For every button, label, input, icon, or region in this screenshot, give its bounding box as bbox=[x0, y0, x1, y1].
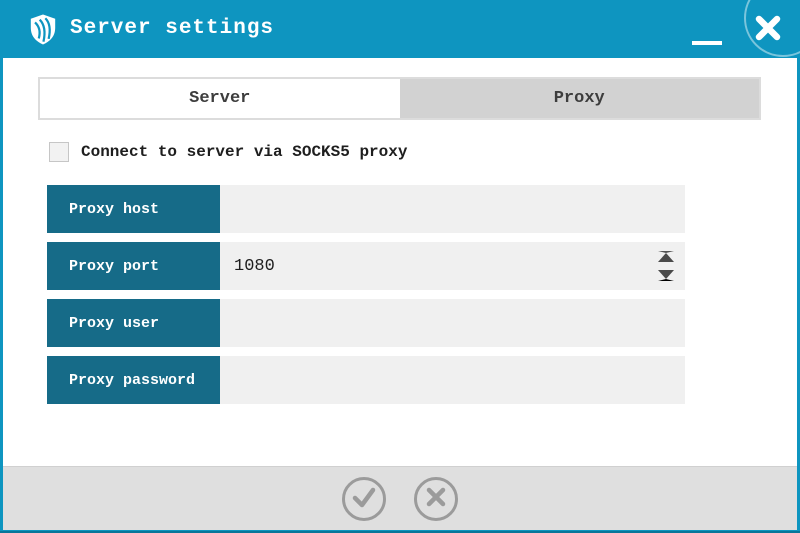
proxy-password-input[interactable] bbox=[220, 356, 685, 404]
cross-icon bbox=[417, 478, 455, 519]
spinner-down-icon[interactable] bbox=[658, 270, 674, 281]
minimize-icon bbox=[692, 41, 722, 45]
socks5-checkbox-row: Connect to server via SOCKS5 proxy bbox=[49, 142, 407, 162]
proxy-user-row: Proxy user bbox=[47, 299, 685, 347]
proxy-port-row: Proxy port bbox=[47, 242, 685, 290]
proxy-user-label: Proxy user bbox=[47, 299, 220, 347]
proxy-host-label: Proxy host bbox=[47, 185, 220, 233]
ok-button[interactable] bbox=[342, 477, 386, 521]
server-settings-window: Server settings Server Proxy Connect to … bbox=[0, 0, 800, 533]
proxy-password-field-box bbox=[220, 356, 685, 404]
footer-bar bbox=[3, 466, 797, 530]
proxy-password-label: Proxy password bbox=[47, 356, 220, 404]
tab-proxy[interactable]: Proxy bbox=[400, 79, 760, 118]
proxy-host-field-box bbox=[220, 185, 685, 233]
shield-logo-icon bbox=[28, 13, 58, 51]
proxy-port-input[interactable] bbox=[220, 242, 685, 290]
dialog-content: Server Proxy Connect to server via SOCKS… bbox=[3, 58, 797, 530]
window-title: Server settings bbox=[70, 0, 274, 58]
minimize-button[interactable] bbox=[686, 14, 728, 50]
proxy-user-field-box bbox=[220, 299, 685, 347]
tab-bar: Server Proxy bbox=[38, 77, 761, 120]
proxy-port-field-box bbox=[220, 242, 685, 290]
proxy-user-input[interactable] bbox=[220, 299, 685, 347]
proxy-port-label: Proxy port bbox=[47, 242, 220, 290]
spinner-up-icon[interactable] bbox=[658, 251, 674, 262]
check-icon bbox=[345, 478, 383, 519]
proxy-password-row: Proxy password bbox=[47, 356, 685, 404]
proxy-port-spinner bbox=[655, 242, 677, 290]
proxy-host-input[interactable] bbox=[220, 185, 685, 233]
socks5-checkbox-label: Connect to server via SOCKS5 proxy bbox=[81, 143, 407, 161]
cancel-button[interactable] bbox=[414, 477, 458, 521]
tab-server[interactable]: Server bbox=[40, 79, 400, 118]
titlebar: Server settings bbox=[0, 0, 800, 58]
close-icon[interactable] bbox=[754, 14, 782, 42]
socks5-checkbox[interactable] bbox=[49, 142, 69, 162]
proxy-host-row: Proxy host bbox=[47, 185, 685, 233]
